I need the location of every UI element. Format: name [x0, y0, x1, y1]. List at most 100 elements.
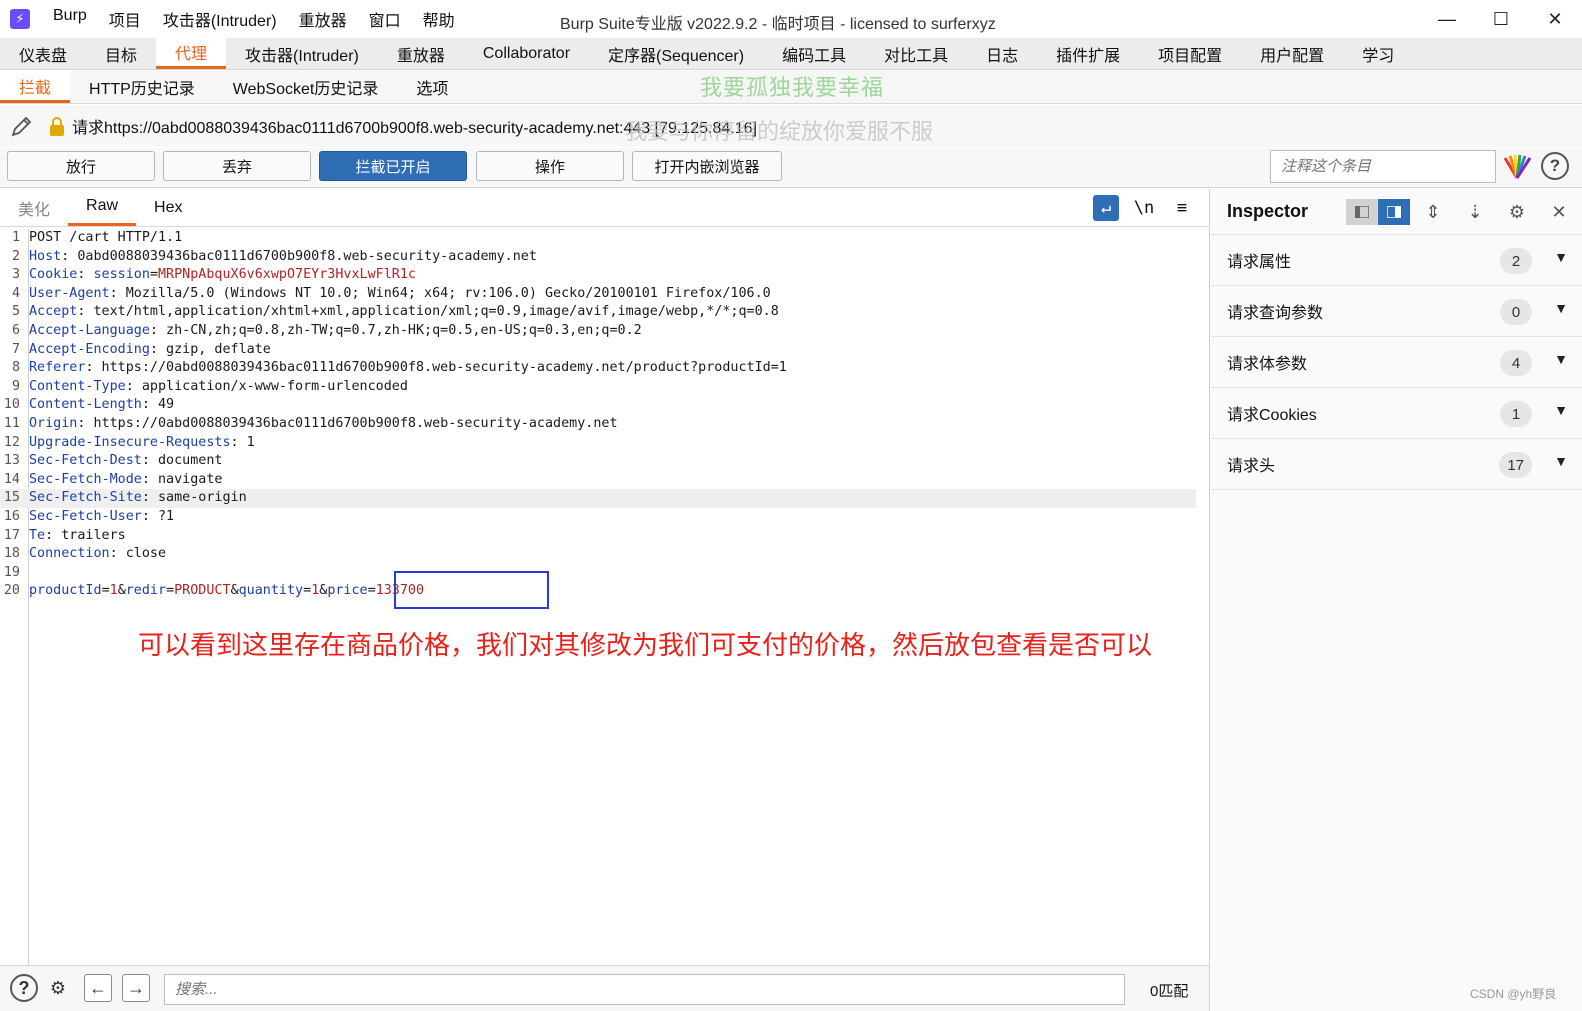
- intercept-toggle-button[interactable]: 拦截已开启: [319, 151, 467, 181]
- layout-list-icon[interactable]: [1346, 199, 1378, 225]
- previous-match-icon[interactable]: ←: [84, 974, 112, 1002]
- maximize-icon[interactable]: ☐: [1474, 0, 1528, 38]
- line-number: 9: [11, 378, 20, 394]
- lock-icon: [48, 117, 66, 136]
- help-icon[interactable]: ?: [1541, 152, 1569, 180]
- burp-logo-icon: ⚡: [10, 9, 30, 29]
- chevron-down-icon[interactable]: ▼: [1554, 249, 1568, 265]
- chevron-down-icon[interactable]: ▼: [1554, 300, 1568, 316]
- close-window-icon[interactable]: ✕: [1528, 0, 1582, 38]
- forward-button[interactable]: 放行: [7, 151, 155, 181]
- param-equals: =: [367, 583, 376, 599]
- line-content: Accept-Encoding: gzip, deflate: [24, 341, 271, 360]
- inspector-section-request-attributes[interactable]: 请求属性 2 ▼: [1211, 235, 1582, 286]
- subtab-websocket-history[interactable]: WebSocket历史记录: [214, 71, 398, 103]
- tab-project-options[interactable]: 项目配置: [1139, 38, 1241, 69]
- section-count-badge: 4: [1500, 350, 1532, 376]
- line-number: 6: [11, 322, 20, 338]
- tab-target[interactable]: 目标: [86, 38, 156, 69]
- header-value: text/html,application/xhtml+xml,applicat…: [85, 304, 779, 320]
- tab-logger[interactable]: 日志: [967, 38, 1037, 69]
- code-line: 15 Sec-Fetch-Site: same-origin: [0, 489, 1196, 508]
- word-wrap-icon[interactable]: ↵: [1093, 195, 1119, 221]
- tab-extensions[interactable]: 插件扩展: [1037, 38, 1139, 69]
- header-value: same-origin: [149, 490, 247, 506]
- tab-raw[interactable]: Raw: [68, 189, 137, 226]
- inspector-settings-icon[interactable]: ⚙: [1504, 199, 1530, 225]
- header-colon: :: [141, 490, 150, 506]
- line-content: Content-Type: application/x-www-form-url…: [24, 378, 408, 397]
- code-line: 17 Te: trailers: [0, 527, 1196, 546]
- collapse-all-icon[interactable]: ⇣: [1462, 199, 1488, 225]
- line-content: Upgrade-Insecure-Requests: 1: [24, 434, 255, 453]
- tab-proxy[interactable]: 代理: [156, 38, 227, 69]
- editor-menu-icon[interactable]: ≡: [1169, 195, 1195, 221]
- line-content: POST /cart HTTP/1.1: [24, 229, 182, 248]
- header-value: POST /cart HTTP/1.1: [29, 230, 183, 245]
- header-colon: :: [109, 285, 118, 301]
- section-label: 请求属性: [1227, 254, 1292, 271]
- highlight-color-icon[interactable]: [1502, 152, 1532, 180]
- search-bar: ? ⚙ ← → 0匹配: [0, 965, 1210, 1011]
- tab-collaborator[interactable]: Collaborator: [464, 38, 589, 69]
- code-line: 11 Origin: https://0abd0088039436bac0111d…: [0, 415, 1196, 434]
- minimize-icon[interactable]: —: [1420, 0, 1474, 38]
- subtab-intercept[interactable]: 拦截: [0, 71, 71, 103]
- inspector-section-headers[interactable]: 请求头 17 ▼: [1211, 439, 1582, 490]
- show-newlines-icon[interactable]: \n: [1131, 195, 1157, 221]
- drop-button[interactable]: 丢弃: [163, 151, 311, 181]
- price-highlight-box: [394, 571, 549, 609]
- tab-user-options[interactable]: 用户配置: [1241, 38, 1343, 69]
- inspector-close-icon[interactable]: ✕: [1546, 199, 1572, 225]
- tab-dashboard[interactable]: 仪表盘: [0, 38, 86, 69]
- header-colon: :: [141, 471, 150, 487]
- menu-window[interactable]: 窗口: [358, 7, 412, 31]
- line-number: 5: [11, 304, 20, 320]
- comment-input[interactable]: [1270, 150, 1496, 183]
- chevron-down-icon[interactable]: ▼: [1554, 402, 1568, 418]
- inspector-section-query-params[interactable]: 请求查询参数 0 ▼: [1211, 286, 1582, 337]
- menu-intruder[interactable]: 攻击器(Intruder): [152, 7, 288, 31]
- tab-intruder[interactable]: 攻击器(Intruder): [226, 38, 378, 69]
- subtab-options[interactable]: 选项: [397, 71, 467, 103]
- open-browser-button[interactable]: 打开内嵌浏览器: [632, 151, 782, 181]
- search-settings-icon[interactable]: ⚙: [44, 974, 72, 1002]
- header-value: document: [149, 453, 223, 469]
- next-match-icon[interactable]: →: [122, 974, 150, 1002]
- menu-help[interactable]: 帮助: [412, 7, 466, 31]
- layout-side-icon[interactable]: [1378, 199, 1410, 225]
- tab-comparer[interactable]: 对比工具: [865, 38, 967, 69]
- menu-repeater[interactable]: 重放器: [288, 7, 358, 31]
- search-input[interactable]: [164, 974, 1125, 1005]
- subtab-http-history[interactable]: HTTP历史记录: [70, 71, 214, 103]
- header-value: close: [117, 546, 167, 562]
- section-count-badge: 2: [1500, 248, 1532, 274]
- body-param-name: price: [327, 583, 368, 599]
- inspector-section-cookies[interactable]: 请求Cookies 1 ▼: [1211, 388, 1582, 439]
- search-help-icon[interactable]: ?: [10, 974, 38, 1002]
- code-line: 3 Cookie: session=MRPNpAbquX6v6xwpO7EYr3H…: [0, 266, 1196, 285]
- section-label: 请求体参数: [1227, 356, 1308, 373]
- menu-burp[interactable]: Burp: [42, 7, 98, 31]
- menu-project[interactable]: 项目: [98, 7, 152, 31]
- request-raw-text[interactable]: 1 POST /cart HTTP/1.1 2 Host: 0abd008803943…: [0, 229, 1196, 601]
- tab-learn[interactable]: 学习: [1343, 38, 1413, 69]
- tab-sequencer[interactable]: 定序器(Sequencer): [589, 38, 763, 69]
- tab-decoder[interactable]: 编码工具: [763, 38, 865, 69]
- pencil-icon[interactable]: [8, 112, 36, 140]
- chevron-down-icon[interactable]: ▼: [1554, 453, 1568, 469]
- line-number: 3: [11, 267, 20, 283]
- header-value: 0abd0088039436bac0111d6700b900f8.web-sec…: [69, 248, 537, 264]
- action-button[interactable]: 操作: [476, 151, 624, 181]
- expand-all-icon[interactable]: ⇕: [1420, 199, 1446, 225]
- tab-pretty[interactable]: 美化: [0, 189, 68, 226]
- inspector-section-body-params[interactable]: 请求体参数 4 ▼: [1211, 337, 1582, 388]
- chevron-down-icon[interactable]: ▼: [1554, 351, 1568, 367]
- tab-repeater[interactable]: 重放器: [378, 38, 464, 69]
- header-name: Referer: [29, 360, 86, 376]
- tab-hex[interactable]: Hex: [136, 189, 200, 226]
- code-line: 6 Accept-Language: zh-CN,zh;q=0.8,zh-TW;q…: [0, 322, 1196, 341]
- line-number: 7: [11, 341, 20, 357]
- line-number: 4: [11, 285, 20, 301]
- section-label: 请求头: [1227, 458, 1276, 475]
